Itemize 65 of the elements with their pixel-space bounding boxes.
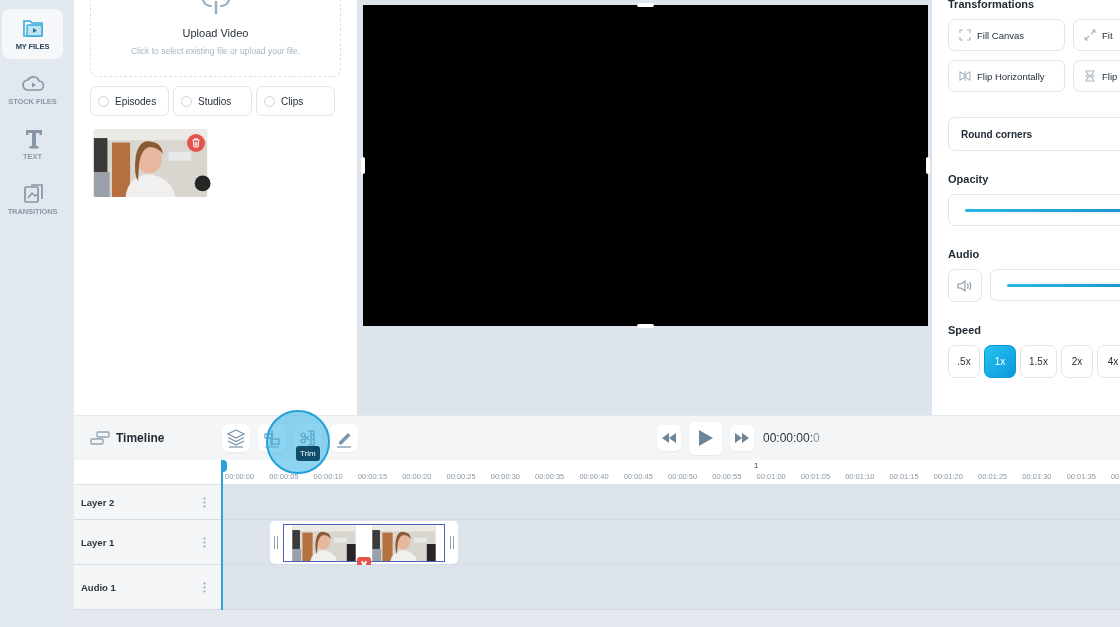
upload-hint: Click to select existing file or upload your file. — [130, 46, 301, 56]
filter-option[interactable]: Episodes — [90, 86, 169, 116]
kebab-menu-icon — [203, 581, 206, 593]
split-icon — [263, 428, 281, 448]
play-icon — [698, 430, 713, 446]
flip-vertical-icon — [1084, 70, 1096, 82]
section-title: Transformations — [948, 0, 1036, 10]
transform-button[interactable]: Fill Canvas — [948, 19, 1065, 51]
filter-label: Clips — [281, 95, 304, 107]
kebab-menu-icon — [203, 496, 206, 508]
playhead-handle[interactable] — [221, 460, 227, 472]
timeline-title: Timeline — [116, 431, 165, 445]
kebab-menu-icon — [203, 536, 206, 548]
speed-button[interactable]: 4x — [1096, 345, 1120, 378]
timeline-clip[interactable] — [270, 521, 458, 564]
speed-button[interactable]: 1.5x — [1020, 345, 1057, 378]
filter-option[interactable]: Studios — [173, 86, 252, 116]
volume-button[interactable] — [948, 269, 982, 302]
filter-option[interactable]: Clips — [256, 86, 335, 116]
round-corners-field[interactable]: Round corners — [948, 117, 1120, 151]
layers-icon — [227, 428, 245, 448]
rewind-icon — [662, 433, 676, 443]
speed-button[interactable]: .5x — [948, 345, 980, 378]
time-display: 00:00:00: — [763, 431, 814, 445]
gallery-icon — [21, 182, 44, 204]
fast-forward-icon — [735, 433, 749, 443]
filter-label: Studios — [198, 95, 232, 107]
tool-button[interactable] — [222, 424, 250, 452]
tool-button[interactable] — [258, 424, 286, 452]
tool-button[interactable] — [330, 424, 358, 452]
filter-label: Episodes — [115, 95, 157, 107]
speaker-icon — [957, 278, 973, 293]
section-title: Opacity — [948, 173, 990, 185]
tooltip: Trim — [296, 446, 320, 461]
resize-handle[interactable] — [637, 3, 654, 7]
speed-button[interactable]: 2x — [1060, 345, 1093, 378]
upload-title: Upload Video — [182, 27, 249, 39]
flip-horizontal-icon — [959, 70, 971, 82]
rewind-button[interactable] — [657, 425, 681, 451]
highlight-circle — [266, 410, 330, 474]
play-button[interactable] — [689, 421, 722, 455]
section-title: Speed — [948, 324, 982, 336]
delete-icon — [187, 134, 205, 152]
resize-handle[interactable] — [637, 324, 654, 328]
transform-button[interactable]: Flip Horizontally — [948, 60, 1065, 92]
upload-dropzone[interactable]: Upload Video Click to select existing file or upload your file. — [90, 0, 341, 77]
transform-button[interactable]: Fit — [1073, 19, 1120, 51]
corners-icon — [959, 29, 971, 41]
slider-fill[interactable] — [1007, 283, 1120, 287]
layer-name: Audio 1 — [81, 581, 116, 593]
fast-forward-button[interactable] — [730, 425, 754, 451]
trim-handle[interactable] — [274, 536, 278, 549]
frame-counter: 0 — [813, 431, 820, 445]
section-title: Audio — [948, 248, 981, 260]
layer-name: Layer 1 — [81, 536, 115, 548]
transform-button[interactable]: Flip — [1073, 60, 1120, 92]
layer-name: Layer 2 — [81, 496, 115, 508]
resize-handle[interactable] — [926, 157, 930, 174]
trim-handle[interactable] — [450, 536, 454, 549]
expand-icon — [1084, 29, 1096, 41]
scissors-icon — [299, 428, 317, 448]
slider-fill[interactable] — [965, 208, 1120, 212]
resize-handle[interactable] — [361, 157, 365, 174]
timeline-icon — [90, 431, 110, 445]
folder-play-icon — [21, 17, 44, 39]
